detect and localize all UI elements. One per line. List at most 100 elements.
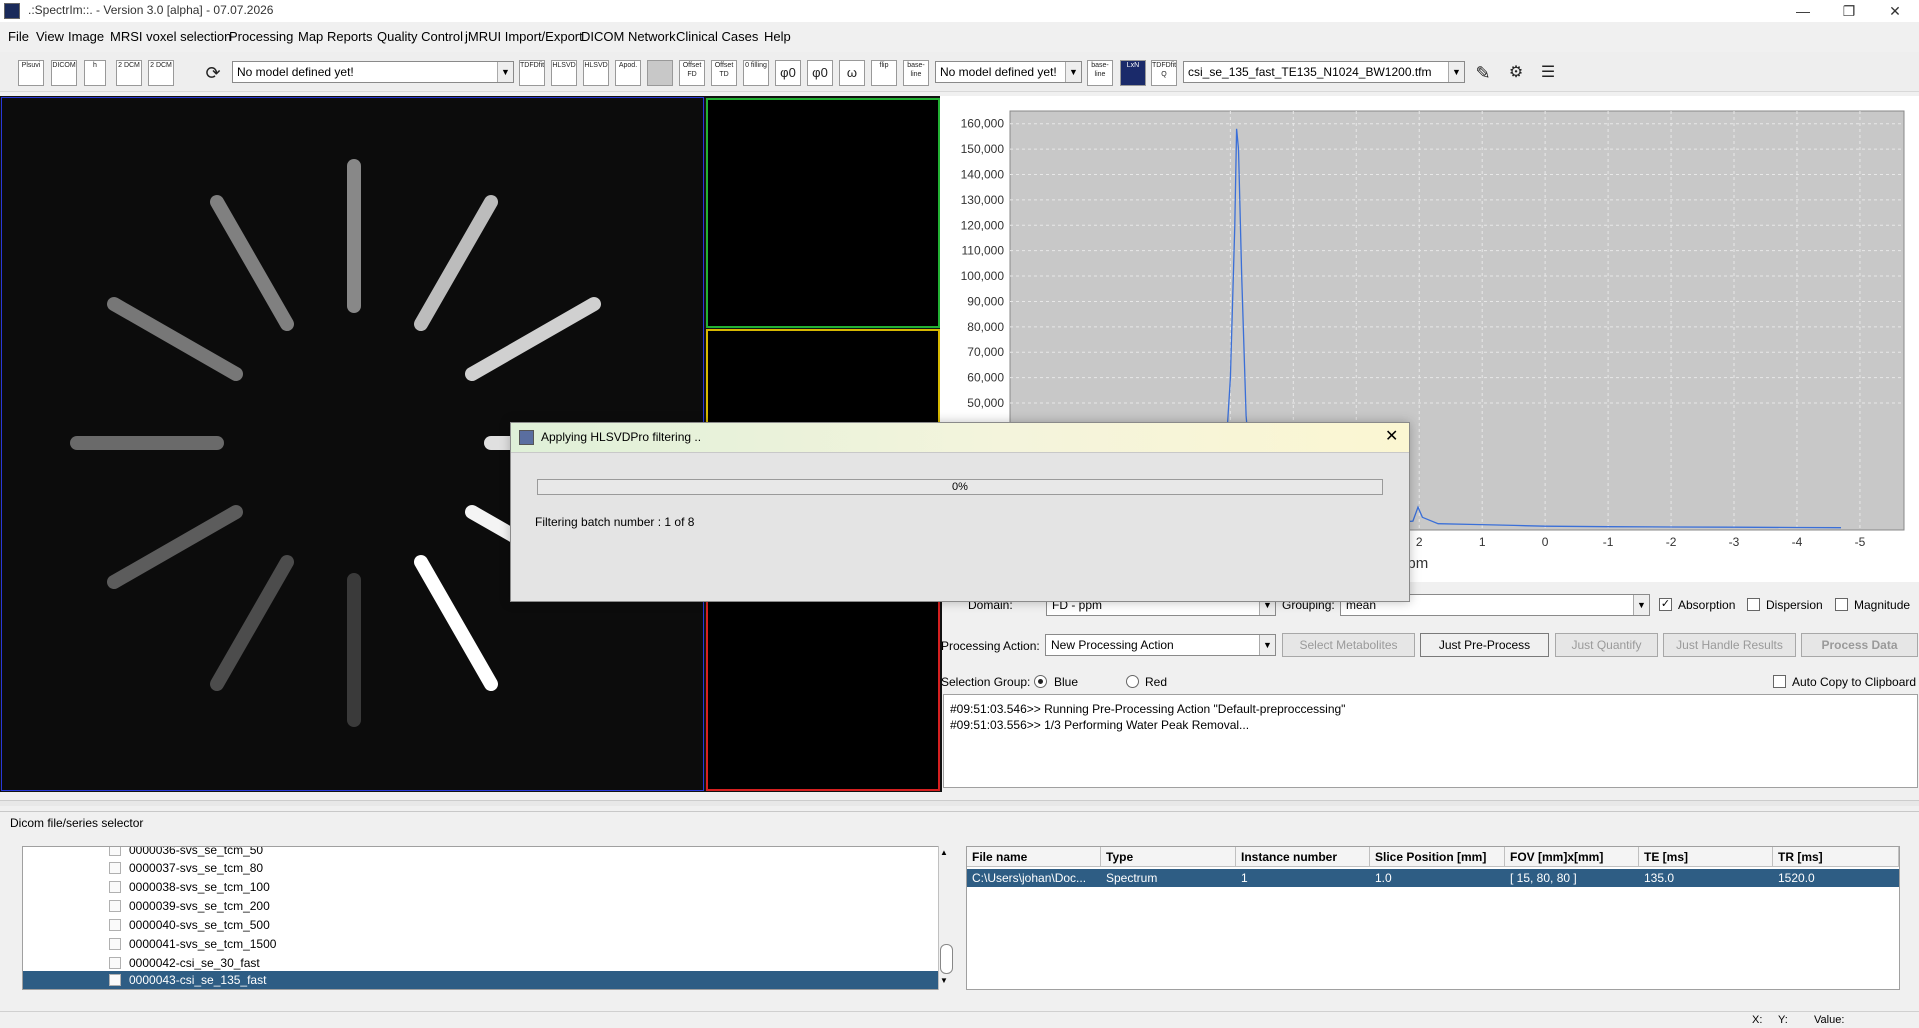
column-header[interactable]: Slice Position [mm] [1370,847,1505,867]
menu-quality-control[interactable]: Quality Control [377,29,463,44]
column-header[interactable]: Instance number [1236,847,1370,867]
chevron-down-icon: ▼ [1633,595,1649,615]
just-handle-results-button[interactable]: Just Handle Results [1663,633,1796,657]
baseline2-icon[interactable]: base-line [1087,60,1113,86]
chevron-down-icon: ▼ [1259,635,1275,655]
auto-copy-checkbox[interactable] [1773,675,1786,688]
model-combo-2[interactable]: No model defined yet! ▼ [935,61,1082,83]
tree-item[interactable]: 0000037-svs_se_tcm_80 [103,859,953,878]
menu-jmrui-import-export[interactable]: jMRUI Import/Export [465,29,583,44]
selection-group-label: Selection Group: [941,675,1031,689]
process-data-button[interactable]: Process Data [1801,633,1918,657]
dicom-icon[interactable]: DICOM [51,60,77,86]
file-icon [109,938,121,950]
tree-item[interactable]: 0000039-svs_se_tcm_200 [103,897,953,916]
tdfdfit-icon[interactable]: TDFDfit [519,60,545,86]
column-header[interactable]: File name [967,847,1101,867]
log-output[interactable]: #09:51:03.546>> Running Pre-Processing A… [943,694,1918,788]
series-table[interactable]: File name Type Instance number Slice Pos… [966,846,1900,990]
splitter[interactable] [0,800,1919,806]
menu-help[interactable]: Help [764,29,791,44]
menu-map[interactable]: Map [298,29,323,44]
flip-icon[interactable]: flip [871,60,897,86]
checklist-icon[interactable]: ☰ [1535,60,1561,86]
absorption-checkbox[interactable]: ✓ [1659,598,1672,611]
phase0-icon[interactable]: φ0 [775,60,801,86]
minimize-icon[interactable]: — [1780,0,1826,22]
column-header[interactable]: TE [ms] [1639,847,1773,867]
column-header[interactable]: TR [ms] [1773,847,1899,867]
menu-file[interactable]: File [8,29,29,44]
menu-processing[interactable]: Processing [229,29,293,44]
close-icon[interactable]: ✕ [1385,426,1398,446]
dcm-export-icon[interactable]: 2 DCM [116,60,142,86]
just-quantify-button[interactable]: Just Quantify [1555,633,1658,657]
blue-radio[interactable] [1034,675,1047,688]
dialog-message: Filtering batch number : 1 of 8 [535,515,695,529]
progress-bar: 0% [537,479,1383,495]
file-icon [109,919,121,931]
tree-item[interactable]: 0000041-svs_se_tcm_1500 [103,935,953,954]
plsuvi-icon[interactable]: Plsuvi [18,60,44,86]
offset-fd-icon[interactable]: Offset FD [679,60,705,86]
hlsvd2-icon[interactable]: HLSVD [583,60,609,86]
red-label: Red [1145,675,1168,689]
menu-dicom-network[interactable]: DICOM Network [581,29,676,44]
tree-item[interactable]: 0000040-svs_se_tcm_500 [103,916,953,935]
y-tick-label: 90,000 [967,294,1004,308]
thumbnail-view-green[interactable] [706,98,940,328]
model-combo[interactable]: No model defined yet! ▼ [232,61,514,83]
baseline-icon[interactable]: base-line [903,60,929,86]
processing-action-select[interactable]: New Processing Action ▼ [1045,634,1276,656]
log-line: #09:51:03.546>> Running Pre-Processing A… [950,702,1346,716]
menu-image[interactable]: Image [68,29,104,44]
edit-icon[interactable]: ✎ [1470,60,1496,86]
absorption-label: Absorption [1678,598,1736,612]
close-icon[interactable]: ✕ [1872,0,1918,22]
tree-item[interactable]: 0000038-svs_se_tcm_100 [103,878,953,897]
zero-filling-icon[interactable]: 0 filling [743,60,769,86]
scroll-down-icon[interactable]: ▼ [940,976,948,985]
tree-item-selected[interactable]: 0000043-csi_se_135_fast [23,971,953,989]
tree-item[interactable]: 0000036-svs_se_tcm_50 [103,847,953,860]
table-cell: Spectrum [1106,871,1158,885]
select-metabolites-button[interactable]: Select Metabolites [1282,633,1415,657]
apodization-icon[interactable]: Apod. [615,60,641,86]
tree-scrollbar[interactable]: ▲ ▼ [938,846,954,990]
scroll-up-icon[interactable]: ▲ [940,848,948,857]
dispersion-checkbox[interactable] [1747,598,1760,611]
menu-clinical-cases[interactable]: Clinical Cases [676,29,758,44]
x-tick-label: 2 [1416,535,1423,549]
omega-icon[interactable]: ω [839,60,865,86]
status-x: X: [1752,1014,1763,1026]
dicom-panel-title: Dicom file/series selector [10,816,144,830]
phase1-icon[interactable]: φ0 [807,60,833,86]
hand-icon[interactable]: h [84,60,106,86]
dcm-export2-icon[interactable]: 2 DCM [148,60,174,86]
refresh-icon[interactable]: ⟳ [200,60,226,86]
menu-mrsi-voxel-selection[interactable]: MRSI voxel selection [110,29,231,44]
menu-reports[interactable]: Reports [327,29,373,44]
y-tick-label: 100,000 [961,269,1005,283]
y-tick-label: 110,000 [962,244,1005,258]
column-header[interactable]: Type [1101,847,1236,867]
red-radio[interactable] [1126,675,1139,688]
tdfdfit-q-icon[interactable]: TDFDfit Q [1151,60,1177,86]
lxn-icon[interactable]: LxN [1120,60,1146,86]
table-row[interactable]: C:\Users\johan\Doc... Spectrum 1 1.0 [ 1… [967,869,1899,887]
status-bar: X: Y: Value: [0,1011,1919,1028]
status-value: Value: [1814,1014,1845,1026]
hlsvd-icon[interactable]: HLSVD [551,60,577,86]
just-preprocess-button[interactable]: Just Pre-Process [1420,633,1549,657]
file-combo[interactable]: csi_se_135_fast_TE135_N1024_BW1200.tfm ▼ [1183,61,1465,83]
log-line: #09:51:03.556>> 1/3 Performing Water Pea… [950,718,1250,732]
column-header[interactable]: FOV [mm]x[mm] [1505,847,1639,867]
magnitude-checkbox[interactable] [1835,598,1848,611]
scroll-thumb[interactable] [940,944,953,974]
y-tick-label: 130,000 [961,193,1005,207]
offset-td-icon[interactable]: Offset TD [711,60,737,86]
settings-doc-icon[interactable]: ⚙ [1503,60,1529,86]
series-tree[interactable]: 0000036-svs_se_tcm_50 0000037-svs_se_tcm… [22,846,954,990]
restore-icon[interactable]: ❐ [1826,0,1872,22]
menu-view[interactable]: View [36,29,64,44]
